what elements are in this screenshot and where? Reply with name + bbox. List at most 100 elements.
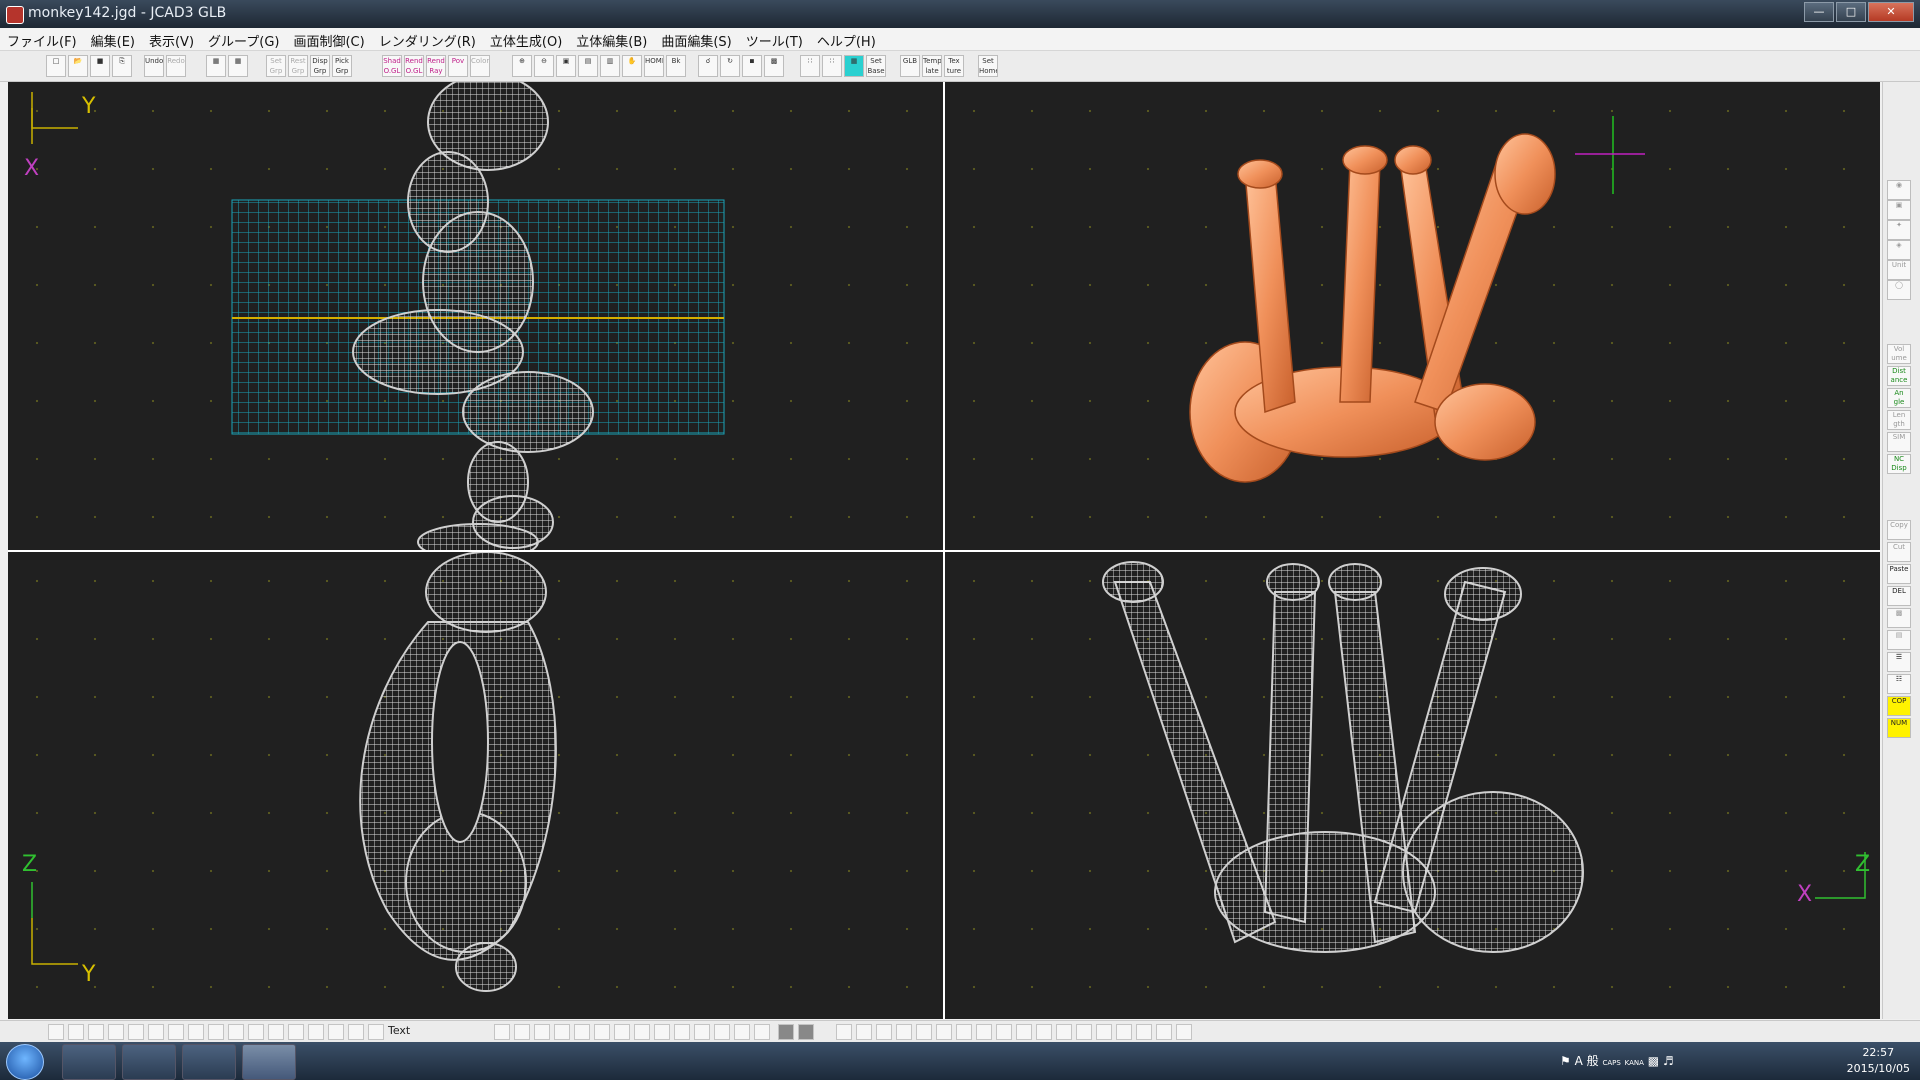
color-button[interactable]: Color: [470, 55, 490, 77]
sim-button[interactable]: SIM: [1887, 432, 1911, 452]
undo-button[interactable]: Undo: [144, 55, 164, 77]
zoom-region-icon[interactable]: ☌: [698, 55, 718, 77]
zoom-window-icon[interactable]: ▤: [578, 55, 598, 77]
network-icon[interactable]: ▩: [1648, 1054, 1659, 1068]
start-button[interactable]: [6, 1044, 44, 1080]
grid-display-icon[interactable]: ▦: [844, 55, 864, 77]
color-swatch-1[interactable]: [778, 1024, 794, 1040]
menu-help[interactable]: ヘルプ(H): [810, 28, 883, 50]
extrude-tool-icon[interactable]: [594, 1024, 610, 1040]
print-icon[interactable]: ⎘: [112, 55, 132, 77]
view-top-icon[interactable]: ▣: [1887, 200, 1911, 220]
rotate-view-icon[interactable]: ↻: [720, 55, 740, 77]
angle-button[interactable]: An gle: [1887, 388, 1911, 408]
ime-mode-indicator[interactable]: 般: [1587, 1054, 1599, 1068]
extend-tool-icon[interactable]: [328, 1024, 344, 1040]
zoom-all-icon[interactable]: ▥: [600, 55, 620, 77]
edit-point-tool-icon[interactable]: [856, 1024, 872, 1040]
menu-group[interactable]: グループ(G): [201, 28, 286, 50]
copy-layout-icon[interactable]: ▦: [206, 55, 226, 77]
copy-button[interactable]: Copy: [1887, 520, 1911, 540]
jcad-taskbar-icon[interactable]: [242, 1044, 296, 1080]
refresh-tool-icon[interactable]: [836, 1024, 852, 1040]
curve-tool-icon[interactable]: [68, 1024, 84, 1040]
paste-button[interactable]: Paste: [1887, 564, 1911, 584]
template-button[interactable]: Temp late: [922, 55, 942, 77]
app-icon[interactable]: [6, 6, 24, 24]
redo-button[interactable]: Redo: [166, 55, 186, 77]
cop-indicator[interactable]: COP: [1887, 696, 1911, 716]
ring-tool-icon[interactable]: [1156, 1024, 1172, 1040]
open-file-icon[interactable]: 📂: [68, 55, 88, 77]
volume-button[interactable]: Vol ume: [1887, 344, 1911, 364]
home-view-button[interactable]: HOME: [644, 55, 664, 77]
check-tool-icon[interactable]: [1076, 1024, 1092, 1040]
volume-icon[interactable]: ♬: [1663, 1054, 1674, 1068]
circle-icon[interactable]: ◯: [1887, 280, 1911, 300]
tree-icon[interactable]: ☰: [1887, 652, 1911, 672]
menu-rendering[interactable]: レンダリング(R): [372, 28, 483, 50]
mirror-tool-icon[interactable]: [268, 1024, 284, 1040]
chamfer-tool-icon[interactable]: [368, 1024, 384, 1040]
align-tool-icon[interactable]: [714, 1024, 730, 1040]
new-file-icon[interactable]: □: [46, 55, 66, 77]
menu-surface-edit[interactable]: 曲面編集(S): [654, 28, 738, 50]
shell-tool-icon[interactable]: [654, 1024, 670, 1040]
set-group-button[interactable]: Set Grp: [266, 55, 286, 77]
array-tool-icon[interactable]: [248, 1024, 264, 1040]
scale-tool-icon[interactable]: [534, 1024, 550, 1040]
grid-dots-icon[interactable]: ∷: [800, 55, 820, 77]
close-button[interactable]: ✕: [1868, 2, 1914, 22]
sphere-tool-icon[interactable]: [1096, 1024, 1112, 1040]
menu-view[interactable]: 表示(V): [142, 28, 201, 50]
bend-tool-icon[interactable]: [1016, 1024, 1032, 1040]
distance-button[interactable]: Dist ance: [1887, 366, 1911, 386]
disp-group-button[interactable]: Disp Grp: [310, 55, 330, 77]
taskbar-clock[interactable]: 22:57 2015/10/05: [1847, 1045, 1910, 1077]
view-axis-icon[interactable]: ✦: [1887, 220, 1911, 240]
menu-screen-control[interactable]: 画面制御(C): [286, 28, 371, 50]
edit-curve-tool-icon[interactable]: [876, 1024, 892, 1040]
zoom-in-icon[interactable]: ⊕: [512, 55, 532, 77]
set-home-button[interactable]: Set Home: [978, 55, 998, 77]
dim-tool-icon[interactable]: [288, 1024, 304, 1040]
save-icon[interactable]: ■: [90, 55, 110, 77]
copy-tool-icon[interactable]: [554, 1024, 570, 1040]
render-ray-button[interactable]: Rend Ray: [426, 55, 446, 77]
spline-tool-icon[interactable]: [168, 1024, 184, 1040]
set-base-button[interactable]: Set Base: [866, 55, 886, 77]
viewport-top-left[interactable]: Y X: [8, 82, 943, 550]
shade-ogl-button[interactable]: Shad O.GL: [382, 55, 402, 77]
maximize-button[interactable]: □: [1836, 2, 1866, 22]
edit-surface-tool-icon[interactable]: [896, 1024, 912, 1040]
delete-button[interactable]: DEL: [1887, 586, 1911, 606]
minimize-button[interactable]: —: [1804, 2, 1834, 22]
text-solid-tool-icon[interactable]: [754, 1024, 770, 1040]
pan-hand-icon[interactable]: ✋: [622, 55, 642, 77]
grid-snap-icon[interactable]: ∷: [822, 55, 842, 77]
point-tool-icon[interactable]: [108, 1024, 124, 1040]
viewport-bottom-left[interactable]: Z Y: [8, 552, 943, 1019]
texture-button[interactable]: Tex ture: [944, 55, 964, 77]
trim-tool-icon[interactable]: [308, 1024, 324, 1040]
pick-group-button[interactable]: Pick Grp: [332, 55, 352, 77]
ie-taskbar-icon[interactable]: [62, 1044, 116, 1080]
viewport-bottom-right[interactable]: Z X: [945, 552, 1880, 1019]
eye-tool-icon[interactable]: [1176, 1024, 1192, 1040]
taper-tool-icon[interactable]: [1036, 1024, 1052, 1040]
join-tool-icon[interactable]: [976, 1024, 992, 1040]
offset-tool-icon[interactable]: [228, 1024, 244, 1040]
menu-solid-edit[interactable]: 立体編集(B): [569, 28, 654, 50]
loft-tool-icon[interactable]: [634, 1024, 650, 1040]
torus-tool-icon[interactable]: [1116, 1024, 1132, 1040]
render-ogl-button[interactable]: Rend O.GL: [404, 55, 424, 77]
arc-tool-icon[interactable]: [208, 1024, 224, 1040]
measure-tool-icon[interactable]: [734, 1024, 750, 1040]
tray-flag-icon[interactable]: ⚑: [1560, 1054, 1571, 1068]
grid-layout-icon[interactable]: ▦: [228, 55, 248, 77]
rotate-tool-icon[interactable]: [494, 1024, 510, 1040]
line-tool-icon[interactable]: [88, 1024, 104, 1040]
length-button[interactable]: Len gth: [1887, 410, 1911, 430]
boolean-tool-icon[interactable]: [674, 1024, 690, 1040]
patch-tool-icon[interactable]: [936, 1024, 952, 1040]
